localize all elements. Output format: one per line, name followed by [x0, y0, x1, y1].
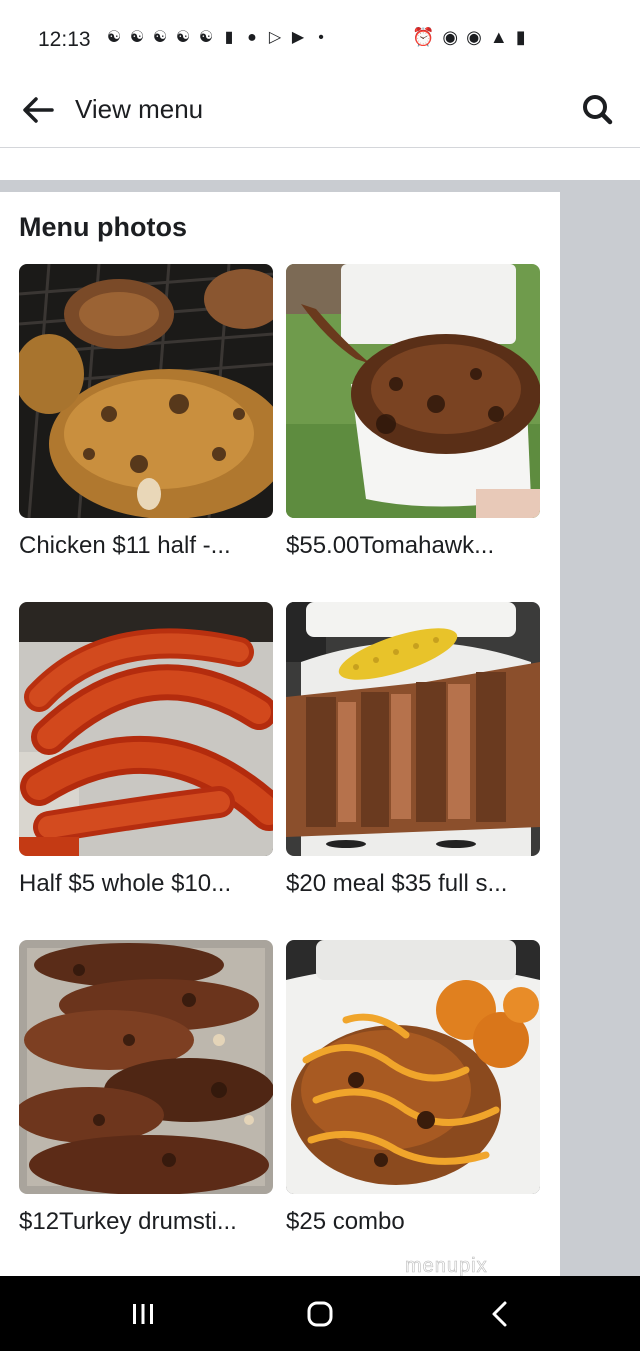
photo-caption: Half $5 whole $10...: [19, 870, 232, 897]
photo-caption: $20 meal $35 full s...: [286, 870, 508, 897]
menu-photo-card[interactable]: $25 combo: [286, 940, 540, 1236]
menu-photo-card[interactable]: Half $5 whole $10...: [19, 602, 273, 898]
home-icon[interactable]: [300, 1294, 340, 1334]
notif-icon: ☯: [129, 29, 145, 46]
play-icon: ▷: [268, 29, 282, 46]
alarm-icon: ⏰: [412, 27, 435, 47]
battery-icon: ▮: [515, 27, 526, 47]
system-icons: ⏰ ◉ ◉ ▲ ▮: [412, 27, 526, 48]
menu-photo-card[interactable]: Chicken $11 half -...: [19, 264, 273, 560]
menu-photo-tomahawk[interactable]: [286, 264, 540, 518]
notif-icon: ☯: [152, 29, 168, 46]
notif-icon: ☯: [175, 29, 191, 46]
menu-photo-card[interactable]: $12Turkey drumsti...: [19, 940, 273, 1236]
header-spacer: [0, 148, 640, 180]
messenger-icon: ●: [247, 29, 257, 46]
menu-photo-card[interactable]: $55.00Tomahawk...: [286, 264, 540, 560]
menu-photo-ribs[interactable]: [286, 602, 540, 856]
menu-photo-sausages[interactable]: [19, 602, 273, 856]
watermark: menupix: [405, 1255, 488, 1278]
search-icon[interactable]: [578, 90, 618, 130]
status-bar: 12:13 ☯ ☯ ☯ ☯ ☯ ▮ ● ▷ ▶ • ⏰ ◉ ◉ ▲ ▮: [0, 0, 640, 78]
menu-photo-chicken[interactable]: [19, 264, 273, 518]
signal-icon: ▲: [489, 27, 508, 47]
back-arrow-icon[interactable]: [18, 90, 58, 130]
photo-caption: Chicken $11 half -...: [19, 532, 231, 559]
photo-caption: $55.00Tomahawk...: [286, 532, 495, 559]
menu-photos-panel: Menu photos Chicken $11 half -... $55.00…: [0, 192, 560, 1276]
navigation-bar: [0, 1276, 640, 1351]
chat-icon: ▮: [224, 29, 234, 46]
menu-photo-turkey[interactable]: [19, 940, 273, 1194]
notif-icon: ☯: [106, 29, 122, 46]
wifi-icon: ◉: [466, 27, 482, 47]
app-header: View menu: [0, 78, 640, 148]
back-icon[interactable]: [480, 1294, 520, 1334]
menu-photo-card[interactable]: $20 meal $35 full s...: [286, 602, 540, 898]
notification-icons: ☯ ☯ ☯ ☯ ☯ ▮ ● ▷ ▶ •: [104, 28, 331, 48]
page-title: View menu: [75, 94, 204, 124]
photo-caption: $12Turkey drumsti...: [19, 1208, 237, 1235]
recents-icon[interactable]: [123, 1294, 163, 1334]
youtube-icon: ▶: [291, 29, 305, 46]
status-time: 12:13: [38, 28, 91, 51]
photo-caption: $25 combo: [286, 1208, 405, 1235]
location-icon: ◉: [442, 27, 459, 47]
dot-icon: •: [318, 29, 324, 46]
notif-icon: ☯: [198, 29, 214, 46]
section-title: Menu photos: [19, 212, 187, 242]
menu-photo-combo[interactable]: [286, 940, 540, 1194]
